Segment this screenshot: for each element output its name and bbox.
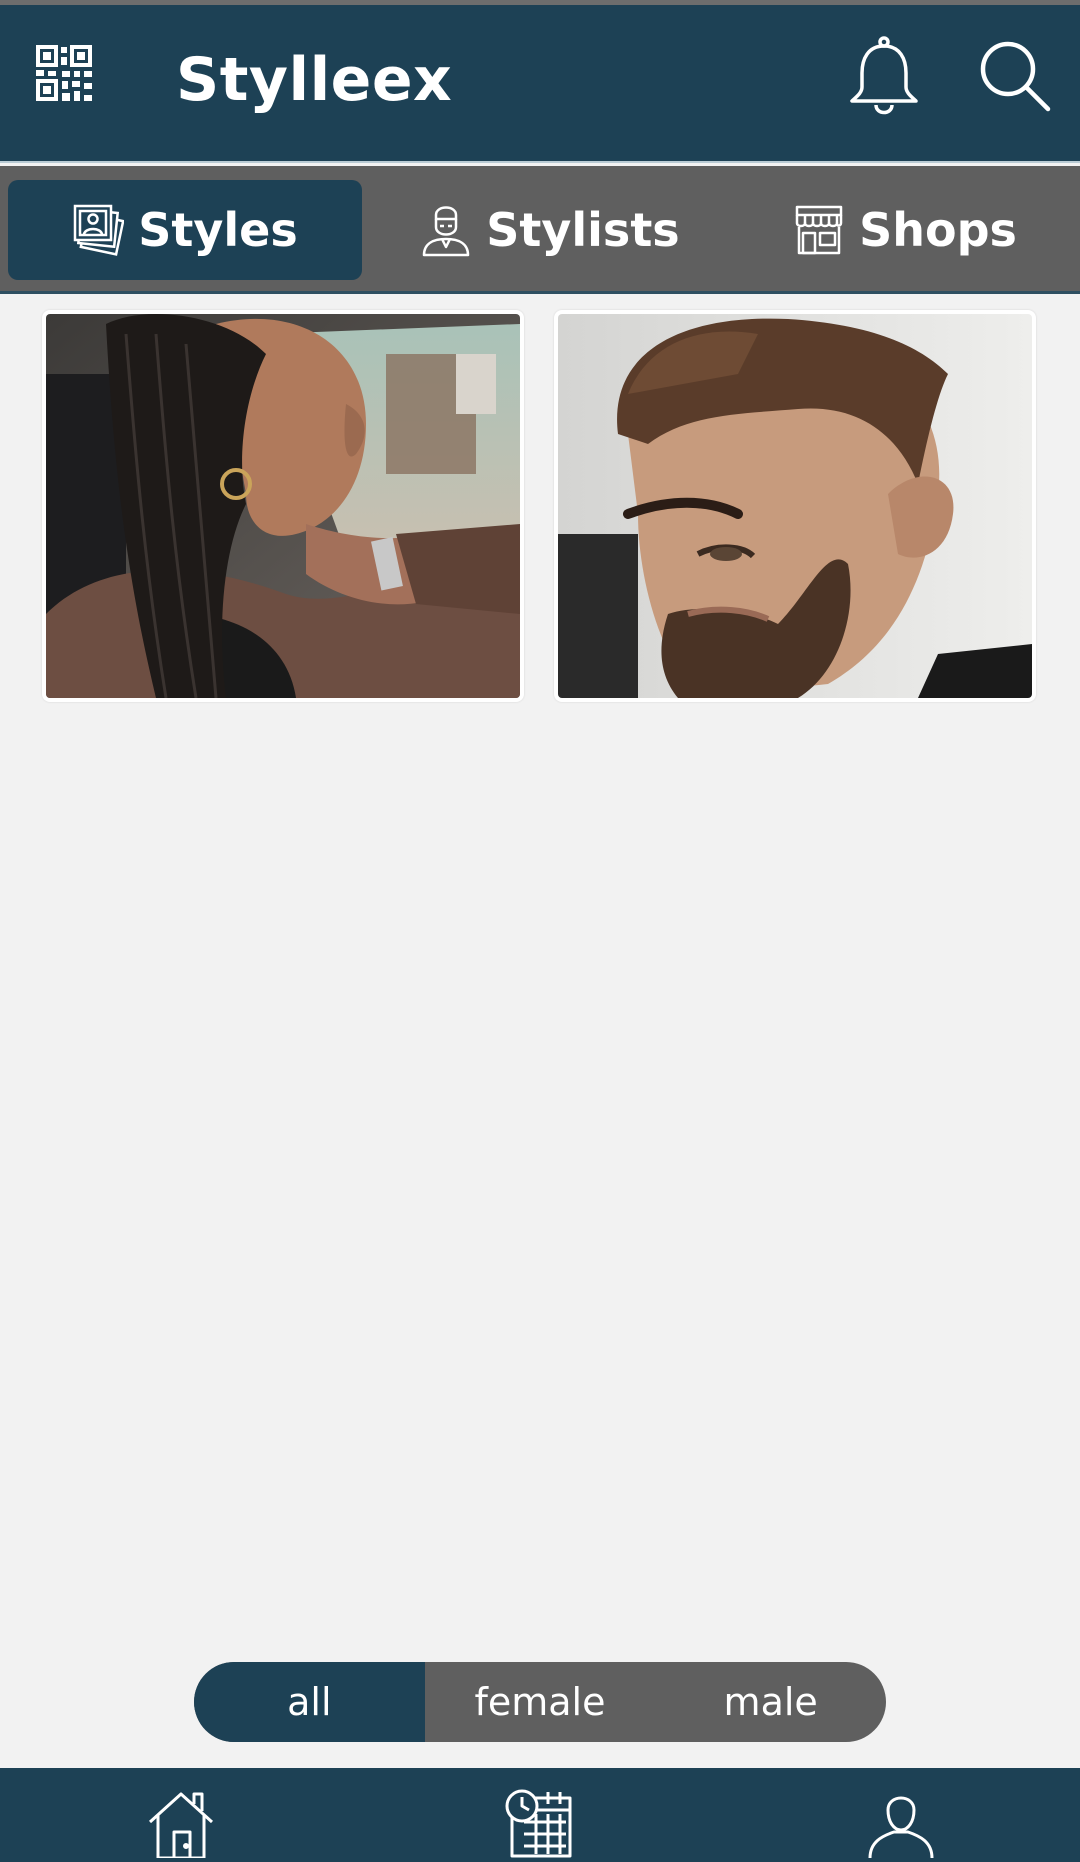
gender-filter: all female male — [194, 1662, 886, 1742]
search-icon[interactable] — [978, 39, 1052, 113]
app-title: Stylleex — [176, 45, 453, 115]
home-icon[interactable] — [146, 1788, 216, 1860]
style-card[interactable] — [554, 310, 1036, 702]
notification-bell-icon[interactable] — [848, 35, 920, 117]
qr-code-icon[interactable] — [36, 45, 92, 101]
storefront-icon — [795, 205, 843, 255]
filter-all[interactable]: all — [194, 1662, 425, 1742]
category-tabs: Styles Stylists Shops — [0, 166, 1080, 294]
tab-stylists[interactable]: Stylists — [380, 180, 720, 280]
filter-female[interactable]: female — [425, 1662, 656, 1742]
tab-styles-label: Styles — [138, 203, 298, 257]
app-bar-divider — [0, 161, 1080, 163]
style-card[interactable] — [42, 310, 524, 702]
tab-stylists-label: Stylists — [486, 203, 680, 257]
stylist-person-icon — [423, 206, 470, 257]
hairstyle-photo-fade — [558, 314, 1032, 698]
profile-icon[interactable] — [866, 1788, 936, 1859]
tab-styles[interactable]: Styles — [8, 180, 362, 280]
filter-male[interactable]: male — [655, 1662, 886, 1742]
photo-stack-icon — [74, 204, 125, 256]
tab-shops[interactable]: Shops — [740, 180, 1070, 280]
calendar-clock-icon[interactable] — [504, 1788, 574, 1858]
tab-shops-label: Shops — [859, 203, 1017, 257]
app-bar: Stylleex — [0, 5, 1080, 163]
hairstyle-photo-braids — [46, 314, 520, 698]
bottom-nav — [0, 1768, 1080, 1862]
